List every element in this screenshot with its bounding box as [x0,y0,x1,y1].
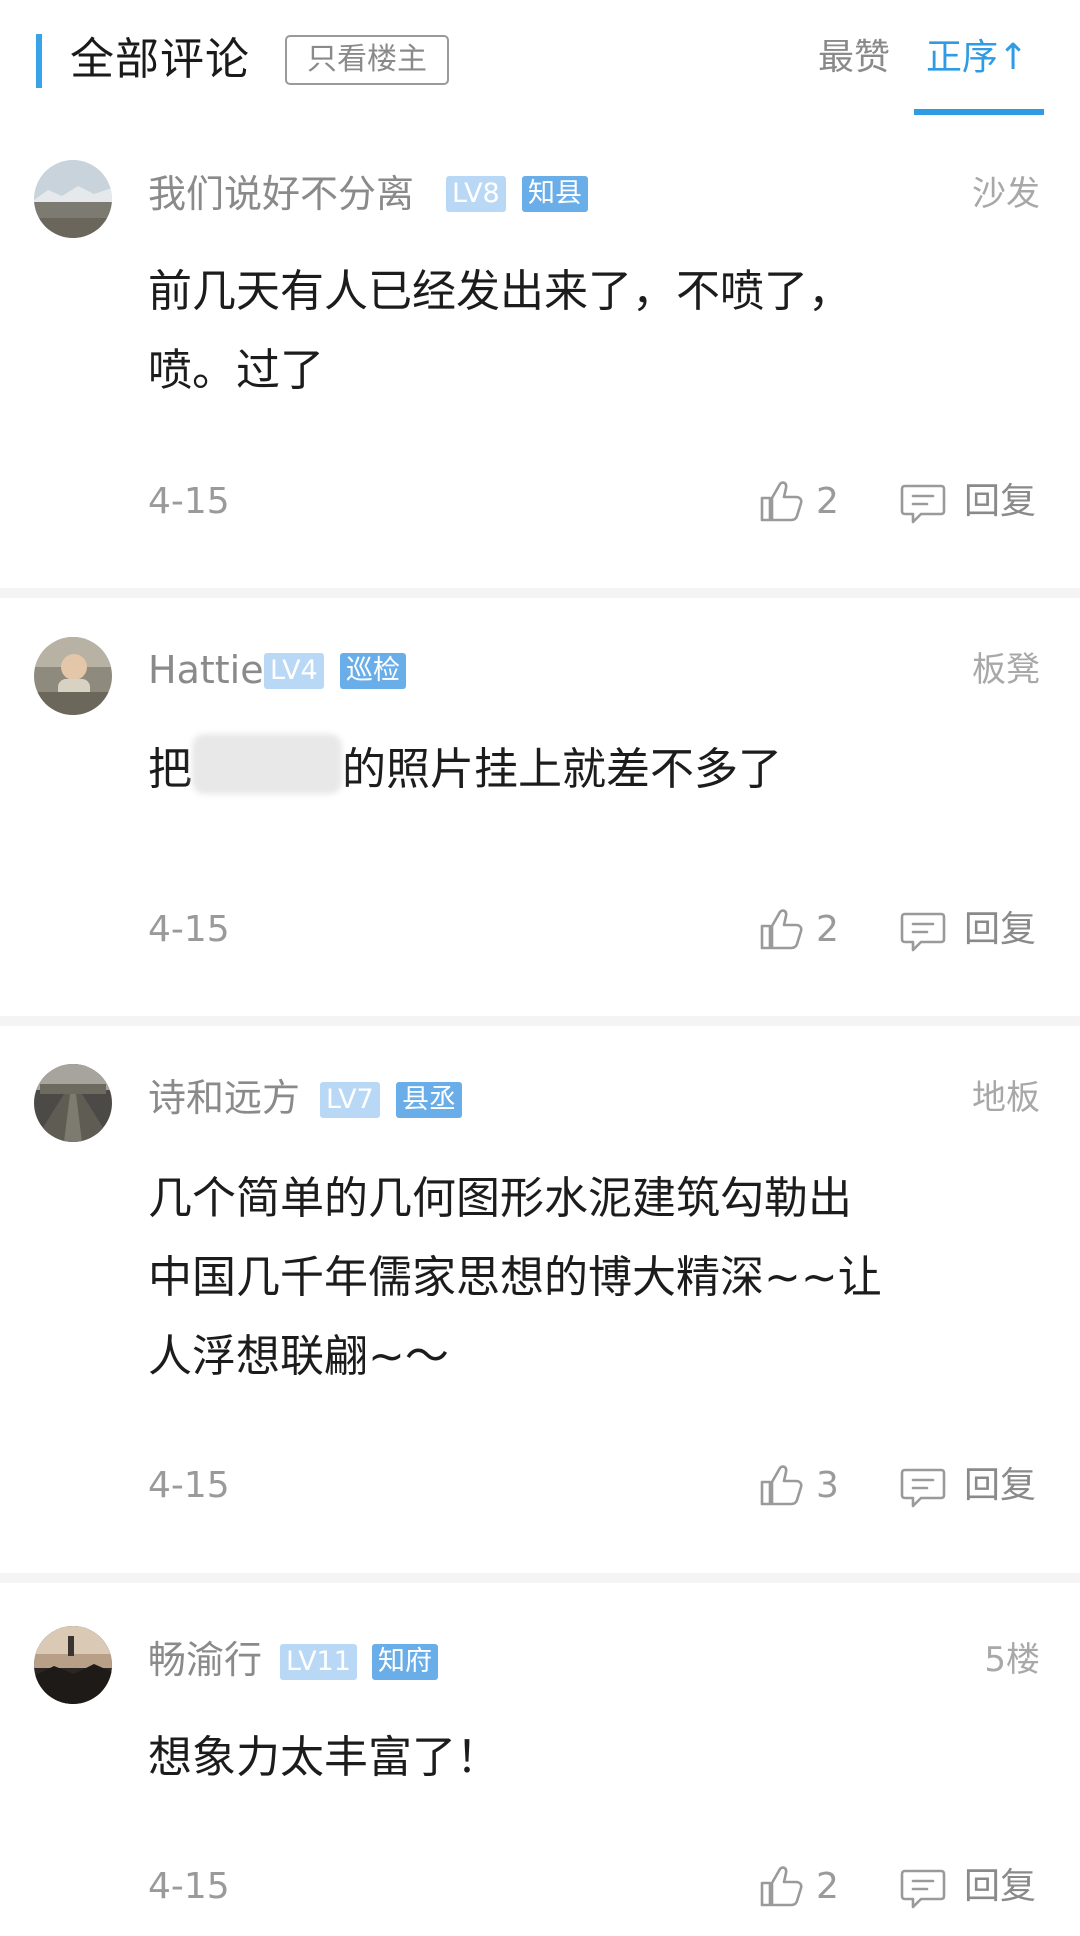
floor-label: 5楼 [984,1640,1040,1680]
thumbs-up-icon[interactable] [758,1863,804,1909]
rank-badge: 知府 [372,1644,438,1680]
reply-icon[interactable] [900,1865,946,1911]
comment-content: 想象力太丰富了！ [148,1718,1028,1797]
content-line: 想象力太丰富了！ [148,1732,500,1783]
like-count: 2 [816,1866,839,1907]
sunset-avatar-icon[interactable] [34,1626,112,1704]
reply-button[interactable]: 回复 [964,1862,1036,1912]
comment-item: 畅渝行 LV11 知府 5楼 想象力太丰富了！ 4-15 2 回复 [0,0,1080,1936]
comment-username[interactable]: 畅渝行 [148,1630,262,1690]
level-badge: LV11 [280,1644,357,1680]
comment-date: 4-15 [148,1866,230,1907]
